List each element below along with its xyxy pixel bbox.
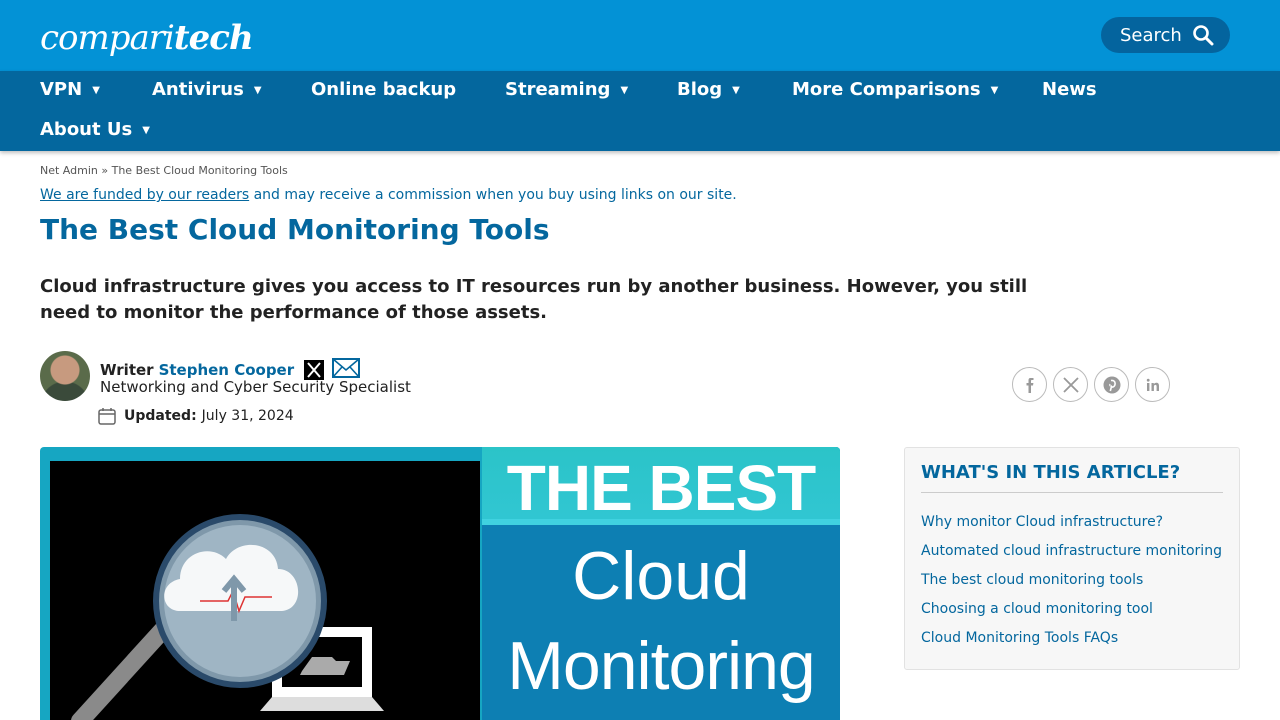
caret-down-icon: ▼	[92, 85, 100, 96]
nav-label: Antivirus	[152, 79, 244, 100]
hero-dark-panel	[50, 461, 480, 720]
nav-item-vpn[interactable]: VPN ▼	[40, 71, 100, 110]
share-linkedin-button[interactable]	[1135, 367, 1170, 402]
author-role: Networking and Cyber Security Specialist	[100, 378, 411, 396]
nav-label: VPN	[40, 79, 83, 100]
nav-label: About Us	[40, 119, 133, 140]
nav-item-about-us[interactable]: About Us ▼	[40, 111, 150, 150]
x-twitter-icon[interactable]	[304, 360, 325, 380]
nav-item-news[interactable]: News	[1042, 71, 1097, 109]
nav-label: Online backup	[311, 79, 457, 100]
logo-text-light: compari	[40, 18, 175, 58]
writer-label: Writer	[100, 361, 154, 379]
nav-item-antivirus[interactable]: Antivirus ▼	[152, 71, 262, 110]
nav-item-online-backup[interactable]: Online backup	[311, 71, 456, 109]
article-lead: Cloud infrastructure gives you access to…	[40, 276, 1028, 323]
nav-label: Blog	[677, 79, 723, 100]
calendar-icon	[98, 408, 116, 425]
toc-divider	[921, 492, 1223, 493]
magnifier-cloud-illustration	[71, 514, 384, 720]
main-nav: VPN ▼ Antivirus ▼ Online backup Streaming ▼…	[0, 71, 1280, 151]
breadcrumb: Net Admin » The Best Cloud Monitoring To…	[40, 164, 288, 177]
nav-item-blog[interactable]: Blog ▼	[677, 71, 740, 110]
x-icon	[1062, 376, 1079, 393]
share-x-button[interactable]	[1053, 367, 1088, 402]
toc-item[interactable]: Cloud Monitoring Tools FAQs	[921, 630, 1118, 646]
toc-item[interactable]: Choosing a cloud monitoring tool	[921, 601, 1153, 617]
nav-label: Streaming	[505, 79, 611, 100]
share-pinterest-button[interactable]	[1094, 367, 1129, 402]
logo-text-bold: tech	[173, 18, 254, 58]
search-label: Search	[1120, 24, 1182, 46]
toc-item[interactable]: The best cloud monitoring tools	[921, 572, 1143, 588]
affiliate-disclosure: We are funded by our readers and may rec…	[40, 187, 737, 203]
site-header: comparitech Search	[0, 0, 1280, 71]
toc-item[interactable]: Why monitor Cloud infrastructure?	[921, 514, 1163, 530]
breadcrumb-separator: »	[101, 164, 109, 177]
nav-item-more-comparisons[interactable]: More Comparisons ▼	[792, 71, 998, 110]
hero-text-line3: Monitoring	[507, 628, 816, 704]
hero-text-line2: Cloud	[572, 538, 750, 614]
search-icon	[1193, 25, 1214, 46]
updated-line: Updated: July 31, 2024	[97, 406, 294, 426]
breadcrumb-parent-link[interactable]: Net Admin	[40, 164, 98, 177]
search-button[interactable]: Search	[1101, 17, 1230, 53]
share-facebook-button[interactable]	[1012, 367, 1047, 402]
disclosure-text: and may receive a commission when you bu…	[249, 187, 737, 203]
nav-label: More Comparisons	[792, 79, 981, 100]
caret-down-icon: ▼	[990, 85, 999, 96]
breadcrumb-current: The Best Cloud Monitoring Tools	[111, 164, 288, 177]
nav-item-streaming[interactable]: Streaming ▼	[505, 71, 628, 110]
updated-label: Updated:	[124, 408, 197, 424]
caret-down-icon: ▼	[620, 85, 629, 96]
pinterest-icon	[1103, 376, 1120, 393]
page-title: The Best Cloud Monitoring Tools	[40, 213, 550, 246]
funding-link[interactable]: We are funded by our readers	[40, 187, 249, 203]
caret-down-icon: ▼	[732, 85, 740, 96]
site-logo[interactable]: comparitech	[40, 18, 254, 58]
updated-date: July 31, 2024	[201, 408, 294, 424]
author-name-link[interactable]: Stephen Cooper	[159, 361, 295, 379]
facebook-icon	[1026, 377, 1033, 393]
caret-down-icon: ▼	[253, 85, 262, 96]
table-of-contents: WHAT'S IN THIS ARTICLE? Why monitor Clou…	[904, 447, 1240, 670]
hero-text-line1: THE BEST	[506, 452, 816, 524]
author-avatar[interactable]	[40, 351, 90, 401]
hero-image: THE BEST Cloud Monitoring	[40, 447, 840, 720]
caret-down-icon: ▼	[142, 125, 150, 136]
linkedin-icon	[1146, 378, 1159, 391]
toc-title: WHAT'S IN THIS ARTICLE?	[921, 462, 1181, 483]
toc-item[interactable]: Automated cloud infrastructure monitorin…	[921, 543, 1222, 559]
nav-label: News	[1042, 79, 1097, 100]
